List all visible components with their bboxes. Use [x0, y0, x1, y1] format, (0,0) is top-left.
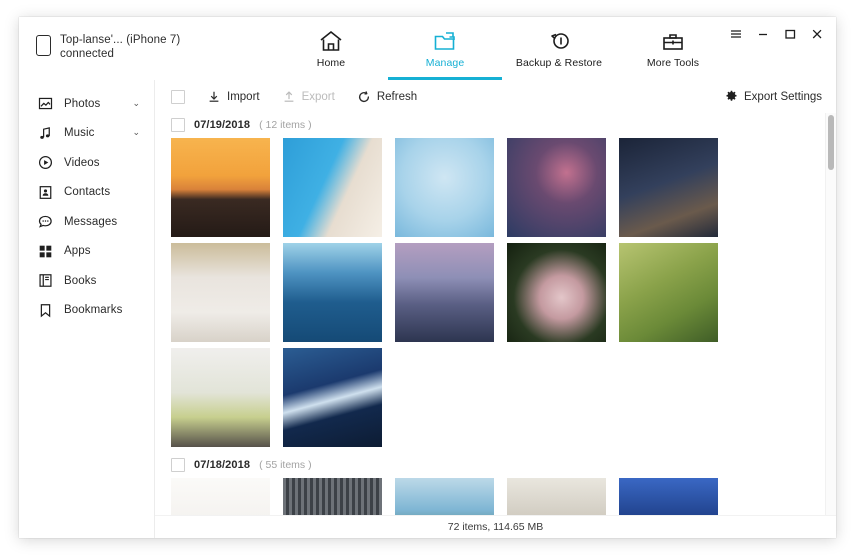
tab-backup-restore-label: Backup & Restore	[515, 57, 603, 69]
videos-icon	[37, 155, 53, 171]
washing-hands-photo[interactable]	[171, 348, 270, 447]
sidebar-item-music-label: Music	[64, 127, 95, 140]
window-controls	[729, 27, 824, 41]
sidebar-item-music[interactable]: Music ⌄	[19, 119, 154, 149]
group-count: ( 12 items )	[259, 119, 312, 131]
export-settings-label: Export Settings	[744, 90, 822, 103]
sidebar-item-photos-label: Photos	[64, 97, 101, 110]
select-all-checkbox[interactable]	[171, 89, 185, 104]
sidebar-item-bookmarks-label: Bookmarks	[64, 304, 123, 317]
folder-icon	[432, 28, 458, 53]
sidebar-item-contacts-label: Contacts	[64, 186, 111, 199]
sidebar-item-contacts[interactable]: Contacts	[19, 178, 154, 208]
beluga-whale-photo[interactable]	[283, 243, 382, 342]
group-checkbox[interactable]	[171, 118, 185, 132]
device-name: Top-lanse'... (iPhone 7)	[60, 34, 181, 46]
tab-more-tools[interactable]: More Tools	[616, 17, 730, 80]
rice-terrace-photo[interactable]	[619, 243, 718, 342]
status-summary: 72 items, 114.65 MB	[447, 521, 544, 533]
dusk-bay-photo[interactable]	[395, 243, 494, 342]
deer-snow-photo[interactable]	[171, 243, 270, 342]
cherry-blossom-photo[interactable]	[507, 138, 606, 237]
sidebar-item-messages[interactable]: Messages	[19, 207, 154, 237]
sunset-coast-photo[interactable]	[171, 138, 270, 237]
contacts-icon	[37, 184, 53, 200]
pool-aerial-photo[interactable]	[395, 138, 494, 237]
photo-grid: 00:00:05	[155, 478, 836, 516]
scrollbar-thumb[interactable]	[828, 115, 834, 170]
sidebar-item-books[interactable]: Books	[19, 266, 154, 296]
group-date: 07/18/2018	[194, 459, 251, 471]
sidebar-item-messages-label: Messages	[64, 215, 118, 228]
sidebar-item-videos[interactable]: Videos	[19, 148, 154, 178]
device-status: connected	[60, 48, 114, 60]
night-alley-photo[interactable]	[619, 138, 718, 237]
plaza-photo[interactable]	[507, 478, 606, 516]
status-bar: 72 items, 114.65 MB	[155, 515, 836, 538]
export-button[interactable]: Export	[282, 90, 335, 104]
close-button[interactable]	[810, 27, 824, 41]
sidebar-item-photos[interactable]: Photos ⌄	[19, 89, 154, 119]
tab-backup-restore[interactable]: Backup & Restore	[502, 17, 616, 80]
minimize-button[interactable]	[756, 27, 770, 41]
photo-scroll-area[interactable]: 07/19/2018 ( 12 items ) 07/18/2018 (55 …	[155, 113, 836, 516]
export-settings-button[interactable]: Export Settings	[725, 90, 822, 103]
sidebar-item-books-label: Books	[64, 274, 97, 287]
sidebar-item-apps[interactable]: Apps	[19, 237, 154, 267]
maximize-button[interactable]	[783, 27, 797, 41]
tab-manage[interactable]: Manage	[388, 17, 502, 80]
sidebar-item-videos-label: Videos	[64, 156, 100, 169]
apps-icon	[37, 243, 53, 259]
menu-button[interactable]	[729, 27, 743, 41]
tab-home[interactable]: Home	[274, 17, 388, 80]
music-icon	[37, 125, 53, 141]
sidebar-item-bookmarks[interactable]: Bookmarks	[19, 296, 154, 326]
content-area: Import Export Refresh Export Settings 07…	[155, 80, 836, 538]
jumping-friends-photo[interactable]	[619, 478, 718, 516]
group-date: 07/19/2018	[194, 119, 251, 131]
device-text: Top-lanse'... (iPhone 7) connected	[60, 33, 180, 61]
chevron-down-icon[interactable]: ⌄	[132, 127, 140, 138]
pool-sunbather-photo[interactable]	[283, 138, 382, 237]
connected-device: Top-lanse'... (iPhone 7) connected	[36, 33, 180, 61]
backup-restore-icon	[546, 28, 572, 53]
sidebar: Photos ⌄ Music ⌄ Videos Contacts Message…	[19, 80, 155, 538]
refresh-label: Refresh	[376, 90, 418, 103]
import-label: Import	[227, 90, 260, 103]
city-building-video[interactable]: 00:00:05	[283, 478, 382, 516]
photos-icon	[37, 96, 53, 112]
import-button[interactable]: Import	[207, 90, 260, 104]
main-nav-tabs: Home Manage Backup & Restore More Tools	[274, 17, 730, 80]
application-window: Top-lanse'... (iPhone 7) connected Home	[19, 17, 836, 538]
vertical-scrollbar[interactable]	[825, 113, 836, 516]
title-bar: Top-lanse'... (iPhone 7) connected Home	[19, 17, 836, 81]
date-group-header: 07/19/2018 ( 12 items )	[155, 113, 836, 138]
sidebar-item-apps-label: Apps	[64, 245, 91, 258]
export-label: Export	[301, 90, 335, 103]
phone-icon	[36, 35, 51, 56]
photo-grid	[155, 138, 836, 453]
refresh-button[interactable]: Refresh	[357, 90, 417, 104]
toolbox-icon	[660, 28, 686, 53]
tab-home-label: Home	[316, 57, 346, 69]
chevron-down-icon[interactable]: ⌄	[132, 98, 140, 109]
books-icon	[37, 273, 53, 289]
tab-manage-label: Manage	[425, 57, 465, 69]
tab-more-tools-label: More Tools	[646, 57, 700, 69]
messages-icon	[37, 214, 53, 230]
group-count: ( 55 items )	[259, 459, 312, 471]
content-toolbar: Import Export Refresh Export Settings	[155, 80, 836, 113]
date-group-header: 07/18/2018 ( 55 items )	[155, 453, 836, 478]
coast-sitting-photo[interactable]	[395, 478, 494, 516]
home-icon	[318, 28, 344, 53]
living-room-photo[interactable]	[171, 478, 270, 516]
group-checkbox[interactable]	[171, 458, 185, 472]
ocean-waves-photo[interactable]	[283, 348, 382, 447]
bookmarks-icon	[37, 302, 53, 318]
flower-dark-photo[interactable]	[507, 243, 606, 342]
